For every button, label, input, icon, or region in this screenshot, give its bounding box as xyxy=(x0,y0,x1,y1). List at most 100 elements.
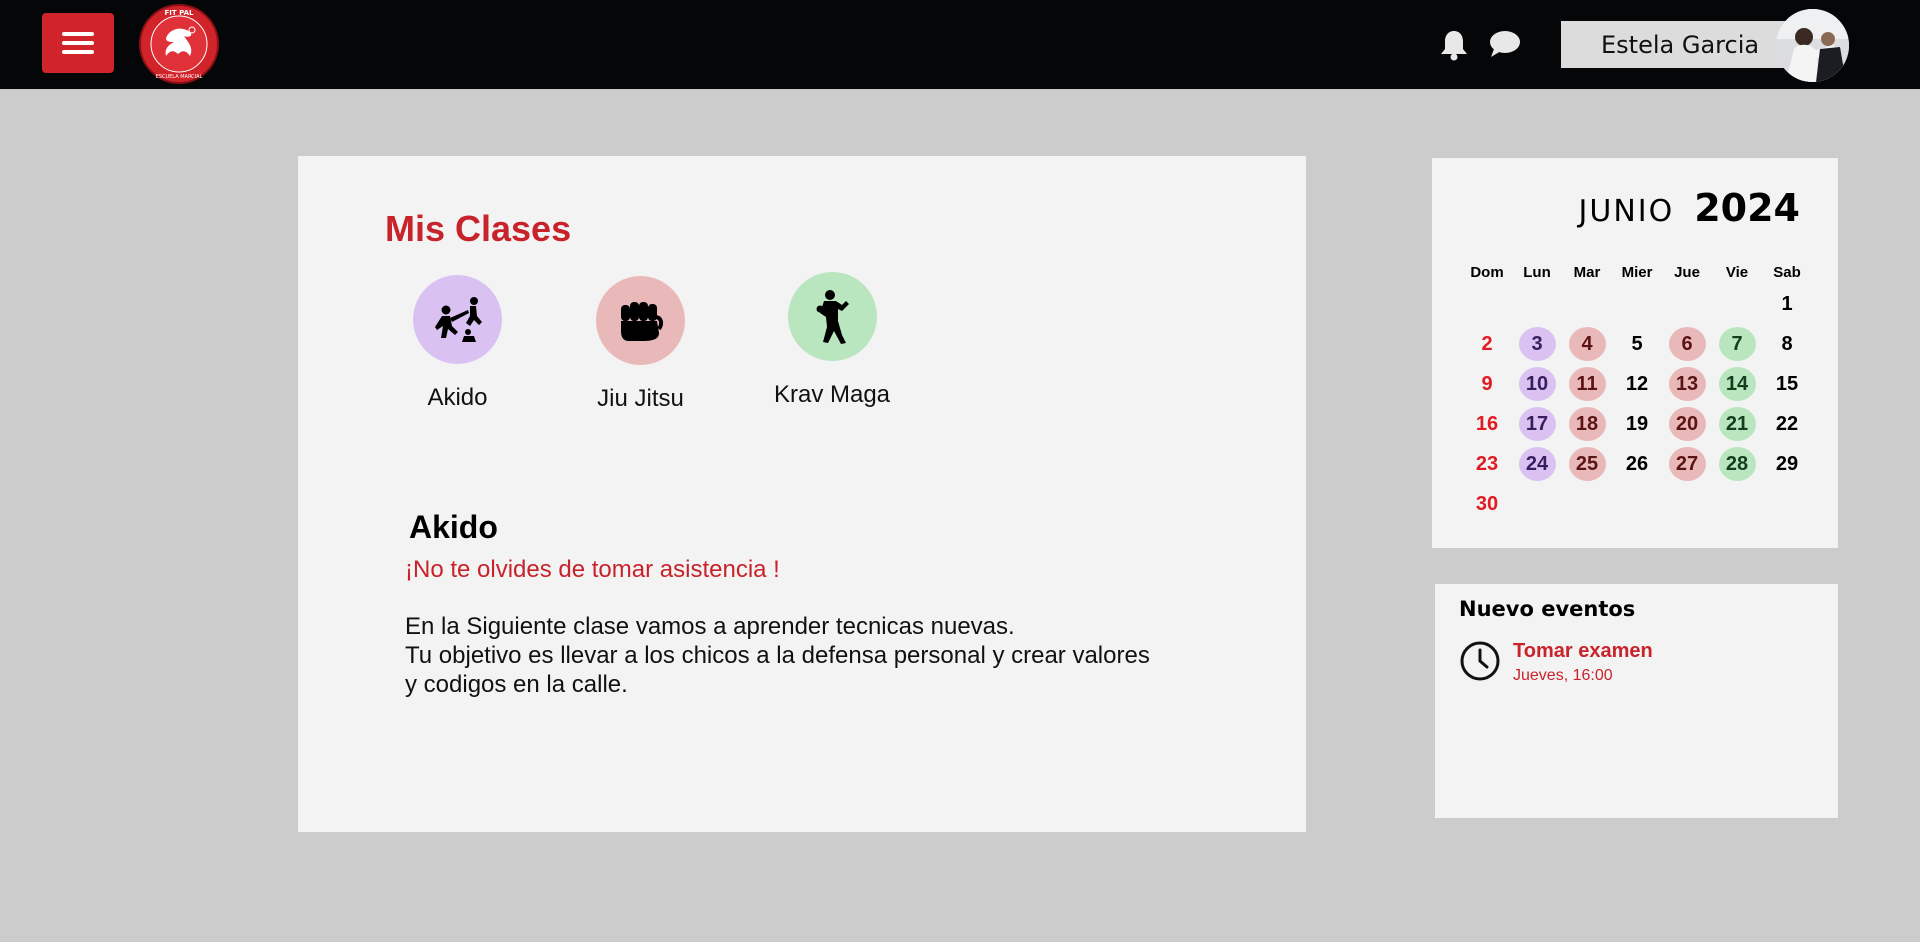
fighter-icon xyxy=(816,289,849,344)
section-title: Mis Clases xyxy=(385,208,572,249)
calendar-day[interactable]: 29 xyxy=(1769,447,1806,481)
weekday-label: Dom xyxy=(1470,263,1504,281)
class-item-krav-maga[interactable]: Krav Maga xyxy=(767,272,897,409)
calendar-day[interactable]: 10 xyxy=(1518,367,1556,401)
calendar-week: 16 17 18 19 20 21 22 xyxy=(1462,404,1812,444)
weekday-label: Sab xyxy=(1773,263,1801,281)
logo-text-bottom: ESCUELA MARCIAL xyxy=(156,74,203,80)
class-item-jiu-jitsu[interactable]: Jiu Jitsu xyxy=(583,276,698,413)
calendar-day[interactable]: 6 xyxy=(1668,327,1706,361)
user-name-box[interactable]: Estela Garcia xyxy=(1561,21,1789,68)
hamburger-icon xyxy=(62,32,94,54)
logo-text-top: FIT PAL xyxy=(165,9,195,17)
description-line: y codigos en la calle. xyxy=(405,671,628,698)
calendar-cell: 29 xyxy=(1762,447,1812,481)
calendar-cell: 12 xyxy=(1612,367,1662,401)
calendar-cell: 11 xyxy=(1562,367,1612,401)
class-item-akido[interactable]: Akido xyxy=(413,275,502,412)
calendar-cell: 9 xyxy=(1462,367,1512,401)
calendar-week: 1 xyxy=(1462,284,1812,324)
calendar-day[interactable]: 23 xyxy=(1469,447,1506,481)
class-label-akido: Akido xyxy=(427,384,488,411)
calendar-cell: 10 xyxy=(1512,367,1562,401)
calendar-cell: 28 xyxy=(1712,447,1762,481)
class-circle-jiu-jitsu xyxy=(596,276,685,365)
calendar-week: 23 24 25 26 27 28 29 xyxy=(1462,444,1812,484)
event-name: Tomar examen xyxy=(1513,640,1653,662)
calendar-cell: 21 xyxy=(1712,407,1762,441)
events-title: Nuevo eventos xyxy=(1459,597,1636,621)
calendar-cell: 6 xyxy=(1662,327,1712,361)
calendar-day[interactable]: 12 xyxy=(1619,367,1656,401)
events-card: Nuevo eventos Tomar examen Jueves, 16:00 xyxy=(1435,584,1838,818)
attendance-reminder: ¡No te olvides de tomar asistencia ! xyxy=(405,556,780,583)
calendar-cell: 13 xyxy=(1662,367,1712,401)
calendar-cell: 22 xyxy=(1762,407,1812,441)
weekday-label: Lun xyxy=(1523,263,1551,281)
calendar-day[interactable]: 11 xyxy=(1568,367,1606,401)
calendar-day[interactable]: 4 xyxy=(1568,327,1606,361)
calendar-day[interactable]: 15 xyxy=(1769,367,1806,401)
menu-button[interactable] xyxy=(42,13,114,73)
user-name: Estela Garcia xyxy=(1601,30,1760,59)
calendar-cell: 17 xyxy=(1512,407,1562,441)
event-item[interactable]: Tomar examen Jueves, 16:00 xyxy=(1459,640,1653,685)
calendar-cell: 27 xyxy=(1662,447,1712,481)
fist-icon xyxy=(620,301,663,341)
calendar-day[interactable]: 7 xyxy=(1718,327,1756,361)
calendar-day[interactable]: 8 xyxy=(1769,327,1806,361)
class-label-jiu-jitsu: Jiu Jitsu xyxy=(597,385,684,412)
description-line: Tu objetivo es llevar a los chicos a la … xyxy=(405,642,1150,669)
calendar-day[interactable]: 25 xyxy=(1568,447,1606,481)
calendar-day[interactable]: 9 xyxy=(1469,367,1506,401)
calendar-year[interactable]: 2024 xyxy=(1694,186,1800,230)
calendar-cell: 24 xyxy=(1512,447,1562,481)
calendar-day[interactable]: 28 xyxy=(1718,447,1756,481)
calendar-day[interactable]: 24 xyxy=(1518,447,1556,481)
calendar-cell: 16 xyxy=(1462,407,1512,441)
calendar-day[interactable]: 14 xyxy=(1718,367,1756,401)
calendar-cell: 5 xyxy=(1612,327,1662,361)
clock-icon xyxy=(1460,641,1500,681)
calendar-cell: 19 xyxy=(1612,407,1662,441)
calendar-day[interactable]: 19 xyxy=(1619,407,1656,441)
calendar-cell: 25 xyxy=(1562,447,1612,481)
calendar-day[interactable]: 22 xyxy=(1769,407,1806,441)
calendar-cell: 15 xyxy=(1762,367,1812,401)
calendar-cell: 30 xyxy=(1462,487,1512,521)
calendar-week: 9 10 11 12 13 14 15 xyxy=(1462,364,1812,404)
calendar-day[interactable]: 16 xyxy=(1469,407,1506,441)
fit-pal-logo[interactable]: FIT PAL ESCUELA MARCIAL xyxy=(138,4,220,84)
calendar-day[interactable]: 18 xyxy=(1568,407,1606,441)
weekday-label: Jue xyxy=(1674,263,1700,281)
calendar-month[interactable]: JUNIO xyxy=(1579,194,1675,229)
calendar-day[interactable]: 21 xyxy=(1718,407,1756,441)
class-detail-title: Akido xyxy=(409,509,498,545)
calendar-cell: 26 xyxy=(1612,447,1662,481)
calendar-day[interactable]: 3 xyxy=(1518,327,1556,361)
akido-icon xyxy=(434,296,482,342)
classes-card: Mis Clases Akido Jiu Jitsu Krav Maga Aki… xyxy=(298,156,1306,832)
calendar-day[interactable]: 2 xyxy=(1469,327,1506,361)
calendar-day[interactable]: 20 xyxy=(1668,407,1706,441)
calendar-day[interactable]: 30 xyxy=(1469,487,1506,521)
calendar-day[interactable]: 26 xyxy=(1619,447,1656,481)
description-line: En la Siguiente clase vamos a aprender t… xyxy=(405,613,1015,640)
calendar-day[interactable]: 27 xyxy=(1668,447,1706,481)
calendar-day[interactable]: 13 xyxy=(1668,367,1706,401)
bell-icon[interactable] xyxy=(1437,28,1471,62)
calendar-cell: 2 xyxy=(1462,327,1512,361)
calendar-day[interactable]: 5 xyxy=(1619,327,1656,361)
calendar: JUNIO 2024 Dom Lun Mar Mier Jue Vie Sab 123456… xyxy=(1432,158,1838,548)
avatar[interactable] xyxy=(1776,9,1849,82)
calendar-header: JUNIO 2024 xyxy=(1579,186,1800,230)
calendar-day[interactable]: 17 xyxy=(1518,407,1556,441)
calendar-cell: 4 xyxy=(1562,327,1612,361)
calendar-grid: Dom Lun Mar Mier Jue Vie Sab 1 2 3 4 5 6 7 8 9 10 11 12 13… xyxy=(1462,260,1812,524)
class-label-krav-maga: Krav Maga xyxy=(773,381,891,408)
calendar-cell: 23 xyxy=(1462,447,1512,481)
calendar-day[interactable]: 1 xyxy=(1769,287,1806,321)
chat-icon[interactable] xyxy=(1488,29,1522,59)
calendar-cell: 7 xyxy=(1712,327,1762,361)
calendar-cell: 8 xyxy=(1762,327,1812,361)
